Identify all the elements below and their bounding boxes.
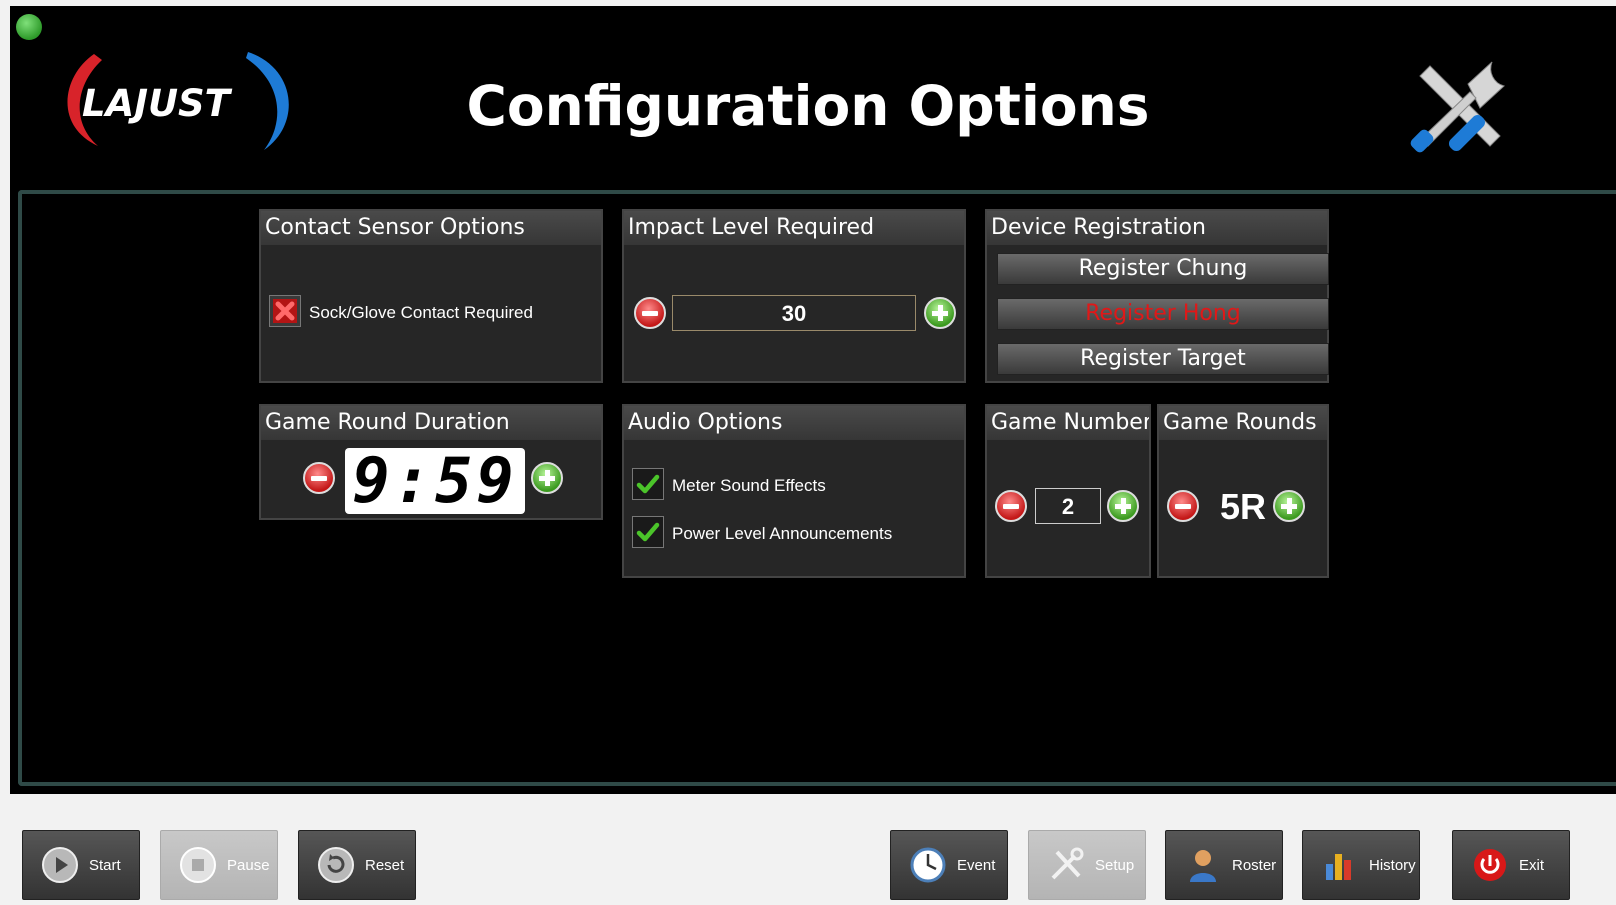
sock-glove-label: Sock/Glove Contact Required [309, 303, 533, 322]
reset-label: Reset [365, 856, 405, 874]
bar-chart-icon [1321, 846, 1359, 884]
power-icon [1471, 846, 1509, 884]
page-title: Configuration Options [466, 74, 1150, 138]
duration-increase-button[interactable] [531, 462, 563, 494]
start-button[interactable]: Start [22, 830, 140, 900]
exit-label: Exit [1519, 856, 1545, 874]
device-registration-card: Device Registration Register Chung Regis… [985, 209, 1329, 383]
clock-icon [909, 846, 947, 884]
game-rounds-card: Game Rounds 5R [1157, 404, 1329, 578]
impact-level-value[interactable]: 30 [672, 295, 916, 331]
history-label: History [1369, 856, 1416, 874]
round-duration-timer: 9:59 [345, 448, 525, 514]
history-button[interactable]: History [1302, 830, 1420, 900]
pause-button[interactable]: Pause [160, 830, 278, 900]
game-number-decrease-button[interactable] [995, 490, 1027, 522]
duration-decrease-button[interactable] [303, 462, 335, 494]
game-rounds-increase-button[interactable] [1273, 490, 1305, 522]
impact-increase-button[interactable] [924, 297, 956, 329]
play-icon [41, 846, 79, 884]
event-label: Event [957, 856, 996, 874]
game-number-title: Game Number [987, 406, 1149, 440]
roster-label: Roster [1232, 856, 1277, 874]
sock-glove-checkbox[interactable] [269, 295, 301, 327]
game-number-increase-button[interactable] [1107, 490, 1139, 522]
checkmark-icon [636, 474, 660, 494]
tools-icon [1410, 56, 1510, 156]
contact-sensor-card: Contact Sensor Options Sock/Glove Contac… [259, 209, 603, 383]
tools-icon [1047, 846, 1085, 884]
impact-level-title: Impact Level Required [624, 211, 964, 245]
setup-button[interactable]: Setup [1028, 830, 1146, 900]
register-target-button[interactable]: Register Target [997, 343, 1329, 375]
setup-label: Setup [1095, 856, 1135, 874]
round-duration-title: Game Round Duration [261, 406, 601, 440]
connection-status-indicator [16, 14, 42, 40]
reset-icon [317, 846, 355, 884]
power-announce-checkbox[interactable] [632, 516, 664, 548]
game-rounds-decrease-button[interactable] [1167, 490, 1199, 522]
lajust-logo: LAJUST [52, 46, 302, 156]
audio-options-card: Audio Options Meter Sound Effects Power … [622, 404, 966, 578]
checkmark-icon [636, 522, 660, 542]
app-window: LAJUST Configuration Options Contact Sen… [10, 6, 1616, 794]
impact-level-card: Impact Level Required 30 [622, 209, 966, 383]
power-announce-label: Power Level Announcements [672, 524, 893, 543]
event-button[interactable]: Event [890, 830, 1008, 900]
contact-sensor-title: Contact Sensor Options [261, 211, 601, 245]
game-number-value[interactable]: 2 [1035, 488, 1101, 524]
reset-button[interactable]: Reset [298, 830, 416, 900]
exit-button[interactable]: Exit [1452, 830, 1570, 900]
roster-button[interactable]: Roster [1165, 830, 1283, 900]
register-hong-button[interactable]: Register Hong [997, 298, 1329, 330]
round-duration-card: Game Round Duration 9:59 [259, 404, 603, 520]
register-chung-button[interactable]: Register Chung [997, 253, 1329, 285]
meter-sound-checkbox[interactable] [632, 468, 664, 500]
impact-decrease-button[interactable] [634, 297, 666, 329]
meter-sound-label: Meter Sound Effects [672, 476, 826, 495]
stop-icon [179, 846, 217, 884]
device-registration-title: Device Registration [987, 211, 1327, 245]
game-number-card: Game Number 2 [985, 404, 1151, 578]
person-icon [1184, 846, 1222, 884]
logo-text: LAJUST [82, 82, 230, 125]
x-icon [273, 299, 297, 323]
pause-label: Pause [227, 856, 270, 874]
audio-options-title: Audio Options [624, 406, 964, 440]
start-label: Start [89, 856, 121, 874]
game-rounds-value: 5R [1219, 486, 1267, 527]
game-rounds-title: Game Rounds [1159, 406, 1327, 440]
